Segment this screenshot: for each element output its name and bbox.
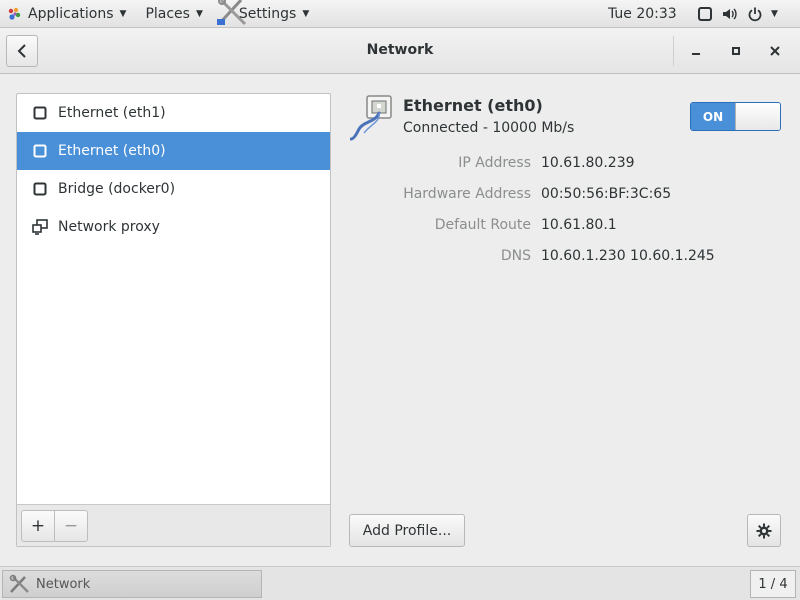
- device-toggle-switch[interactable]: ON: [690, 102, 781, 131]
- minimize-icon: [692, 53, 700, 55]
- switch-knob: [735, 103, 780, 130]
- system-tray[interactable]: ▼: [697, 0, 778, 28]
- applications-label: Applications: [28, 5, 114, 22]
- taskbar-network-label: Network: [36, 576, 91, 592]
- add-profile-button[interactable]: Add Profile...: [349, 514, 465, 547]
- device-status: Connected - 10000 Mb/s: [403, 120, 575, 136]
- add-profile-label: Add Profile...: [362, 522, 452, 539]
- clock-label: Tue 20:33: [608, 6, 677, 22]
- dns-label: DNS: [500, 248, 531, 264]
- ip-address-value: 10.61.80.239: [541, 155, 635, 171]
- list-item-label: Network proxy: [58, 219, 160, 235]
- settings-label: Settings: [238, 5, 297, 22]
- gnome-foot-icon: [8, 7, 21, 20]
- maximize-icon: [732, 47, 740, 55]
- taskbar-network-window[interactable]: Network: [2, 570, 262, 598]
- proxy-icon: [32, 219, 48, 235]
- places-label: Places: [145, 5, 190, 22]
- chevron-down-icon: ▼: [771, 9, 778, 19]
- applications-menu[interactable]: Applications ▼: [0, 0, 126, 28]
- list-item-network-proxy[interactable]: Network proxy: [17, 208, 330, 246]
- list-item-bridge-docker0[interactable]: Bridge (docker0): [17, 170, 330, 208]
- plus-icon: +: [30, 516, 46, 536]
- list-item-ethernet-eth1[interactable]: Ethernet (eth1): [17, 94, 330, 132]
- default-route-label: Default Route: [434, 217, 531, 233]
- list-item-label: Bridge (docker0): [58, 181, 176, 197]
- workspace-label: 1 / 4: [758, 576, 788, 592]
- top-bar: Applications ▼ Places ▼ Settings ▼ Tue 2…: [0, 0, 800, 28]
- power-icon: [747, 6, 763, 22]
- window-title: Network: [366, 42, 434, 58]
- switch-on-label: ON: [691, 103, 735, 130]
- list-toolbar: + −: [17, 504, 330, 546]
- volume-icon: [721, 6, 739, 22]
- screen-icon: [697, 6, 713, 22]
- ethernet-icon: [32, 143, 48, 159]
- places-menu[interactable]: Places ▼: [145, 0, 202, 28]
- chevron-down-icon: ▼: [119, 8, 127, 19]
- settings-menu[interactable]: Settings ▼: [216, 0, 310, 28]
- header-bar: Network: [0, 28, 800, 74]
- tools-icon: [9, 574, 31, 594]
- hardware-address-label: Hardware Address: [403, 186, 531, 202]
- workspace-indicator[interactable]: 1 / 4: [750, 570, 796, 598]
- ethernet-icon: [32, 181, 48, 197]
- ethernet-icon: [32, 105, 48, 121]
- chevron-down-icon: ▼: [302, 8, 310, 19]
- bottom-taskbar: Network 1 / 4: [0, 566, 800, 600]
- gear-icon: [756, 523, 772, 538]
- close-button[interactable]: [764, 40, 786, 62]
- header-separator: [673, 36, 674, 66]
- minus-icon: −: [63, 516, 79, 536]
- ip-address-label: IP Address: [458, 155, 531, 171]
- close-icon: [770, 46, 780, 56]
- add-connection-button[interactable]: +: [21, 510, 55, 542]
- list-item-ethernet-eth0[interactable]: Ethernet (eth0): [17, 132, 330, 170]
- remove-connection-button[interactable]: −: [54, 510, 88, 542]
- device-list: Ethernet (eth1) Ethernet (eth0) Bridge (…: [16, 93, 331, 547]
- device-name: Ethernet (eth0): [403, 96, 543, 115]
- wired-network-icon: [350, 95, 392, 141]
- list-item-label: Ethernet (eth0): [58, 143, 166, 159]
- dns-value: 10.60.1.230 10.60.1.245: [541, 248, 715, 264]
- hardware-address-value: 00:50:56:BF:3C:65: [541, 186, 672, 202]
- chevron-down-icon: ▼: [195, 8, 203, 19]
- default-route-value: 10.61.80.1: [541, 217, 617, 233]
- network-settings-window: Network Ethernet (eth1) Ethernet (eth0): [0, 28, 800, 566]
- device-settings-button[interactable]: [747, 514, 781, 547]
- maximize-button[interactable]: [725, 40, 747, 62]
- list-item-label: Ethernet (eth1): [58, 105, 166, 121]
- minimize-button[interactable]: [685, 40, 707, 62]
- clock[interactable]: Tue 20:33: [608, 0, 677, 28]
